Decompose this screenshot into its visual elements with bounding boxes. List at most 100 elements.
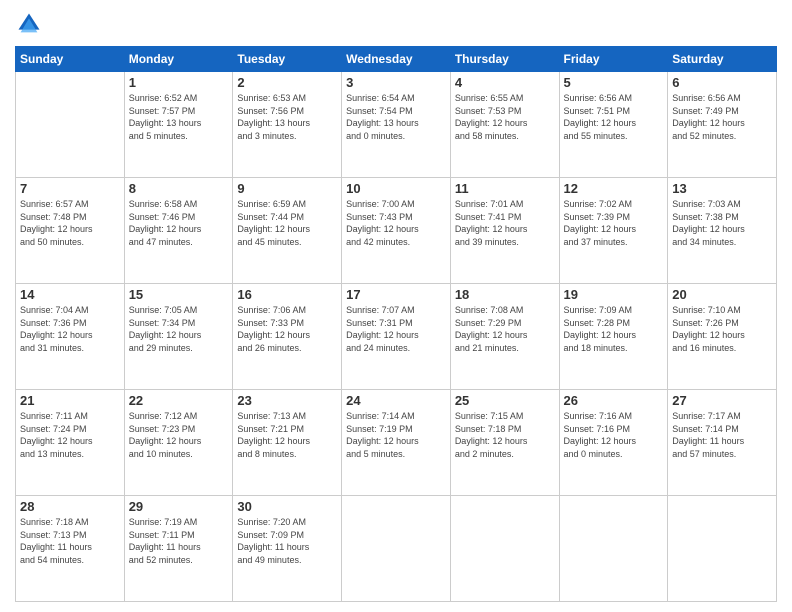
day-number: 18 <box>455 287 555 302</box>
day-number: 10 <box>346 181 446 196</box>
day-info: Sunrise: 6:59 AM Sunset: 7:44 PM Dayligh… <box>237 198 337 248</box>
day-info: Sunrise: 7:10 AM Sunset: 7:26 PM Dayligh… <box>672 304 772 354</box>
day-info: Sunrise: 6:55 AM Sunset: 7:53 PM Dayligh… <box>455 92 555 142</box>
calendar-cell: 29Sunrise: 7:19 AM Sunset: 7:11 PM Dayli… <box>124 496 233 602</box>
day-info: Sunrise: 7:16 AM Sunset: 7:16 PM Dayligh… <box>564 410 664 460</box>
day-info: Sunrise: 7:11 AM Sunset: 7:24 PM Dayligh… <box>20 410 120 460</box>
calendar-cell: 3 Sunrise: 6:54 AM Sunset: 7:54 PM Daylig… <box>342 72 451 178</box>
logo <box>15 10 47 38</box>
day-number: 28 <box>20 499 120 514</box>
day-number: 23 <box>237 393 337 408</box>
week-row-1: 7Sunrise: 6:57 AM Sunset: 7:48 PM Daylig… <box>16 178 777 284</box>
weekday-header-saturday: Saturday <box>668 47 777 72</box>
day-info: Sunrise: 7:17 AM Sunset: 7:14 PM Dayligh… <box>672 410 772 460</box>
calendar-cell <box>450 496 559 602</box>
week-row-4: 28 Sunrise: 7:18 AM Sunset: 7:13 PM Dayli… <box>16 496 777 602</box>
day-number: 11 <box>455 181 555 196</box>
weekday-header-monday: Monday <box>124 47 233 72</box>
calendar-cell: 4 Sunrise: 6:55 AM Sunset: 7:53 PM Daylig… <box>450 72 559 178</box>
calendar-cell <box>16 72 125 178</box>
weekday-header-thursday: Thursday <box>450 47 559 72</box>
day-number: 9 <box>237 181 337 196</box>
calendar-cell <box>559 496 668 602</box>
day-info: Sunrise: 7:18 AM Sunset: 7:13 PM Dayligh… <box>20 516 120 566</box>
calendar-cell: 1 Sunrise: 6:52 AM Sunset: 7:57 PM Daylig… <box>124 72 233 178</box>
calendar-cell: 5 Sunrise: 6:56 AM Sunset: 7:51 PM Daylig… <box>559 72 668 178</box>
calendar-cell: 25 Sunrise: 7:15 AM Sunset: 7:18 PM Dayli… <box>450 390 559 496</box>
calendar-cell: 26 Sunrise: 7:16 AM Sunset: 7:16 PM Dayli… <box>559 390 668 496</box>
day-number: 26 <box>564 393 664 408</box>
day-number: 21 <box>20 393 120 408</box>
day-info: Sunrise: 7:00 AM Sunset: 7:43 PM Dayligh… <box>346 198 446 248</box>
day-number: 16 <box>237 287 337 302</box>
header <box>15 10 777 38</box>
calendar-cell: 30Sunrise: 7:20 AM Sunset: 7:09 PM Dayli… <box>233 496 342 602</box>
logo-icon <box>15 10 43 38</box>
day-info: Sunrise: 7:06 AM Sunset: 7:33 PM Dayligh… <box>237 304 337 354</box>
day-info: Sunrise: 6:54 AM Sunset: 7:54 PM Dayligh… <box>346 92 446 142</box>
calendar-cell: 28 Sunrise: 7:18 AM Sunset: 7:13 PM Dayli… <box>16 496 125 602</box>
weekday-header-row: SundayMondayTuesdayWednesdayThursdayFrid… <box>16 47 777 72</box>
calendar-cell: 19 Sunrise: 7:09 AM Sunset: 7:28 PM Dayli… <box>559 284 668 390</box>
day-number: 3 <box>346 75 446 90</box>
day-number: 17 <box>346 287 446 302</box>
week-row-3: 21 Sunrise: 7:11 AM Sunset: 7:24 PM Dayli… <box>16 390 777 496</box>
day-number: 22 <box>129 393 229 408</box>
day-number: 1 <box>129 75 229 90</box>
calendar-cell: 2 Sunrise: 6:53 AM Sunset: 7:56 PM Daylig… <box>233 72 342 178</box>
calendar-cell <box>342 496 451 602</box>
day-info: Sunrise: 7:07 AM Sunset: 7:31 PM Dayligh… <box>346 304 446 354</box>
day-number: 15 <box>129 287 229 302</box>
day-number: 4 <box>455 75 555 90</box>
calendar-cell: 22 Sunrise: 7:12 AM Sunset: 7:23 PM Dayli… <box>124 390 233 496</box>
week-row-2: 14 Sunrise: 7:04 AM Sunset: 7:36 PM Dayli… <box>16 284 777 390</box>
day-info: Sunrise: 7:05 AM Sunset: 7:34 PM Dayligh… <box>129 304 229 354</box>
weekday-header-sunday: Sunday <box>16 47 125 72</box>
calendar-cell: 9 Sunrise: 6:59 AM Sunset: 7:44 PM Daylig… <box>233 178 342 284</box>
calendar-cell: 18 Sunrise: 7:08 AM Sunset: 7:29 PM Dayli… <box>450 284 559 390</box>
day-info: Sunrise: 6:56 AM Sunset: 7:51 PM Dayligh… <box>564 92 664 142</box>
day-number: 29 <box>129 499 229 514</box>
day-info: Sunrise: 6:56 AM Sunset: 7:49 PM Dayligh… <box>672 92 772 142</box>
day-number: 2 <box>237 75 337 90</box>
day-number: 20 <box>672 287 772 302</box>
calendar-cell: 12Sunrise: 7:02 AM Sunset: 7:39 PM Dayli… <box>559 178 668 284</box>
day-info: Sunrise: 7:03 AM Sunset: 7:38 PM Dayligh… <box>672 198 772 248</box>
calendar-cell: 14 Sunrise: 7:04 AM Sunset: 7:36 PM Dayli… <box>16 284 125 390</box>
calendar-cell: 7Sunrise: 6:57 AM Sunset: 7:48 PM Daylig… <box>16 178 125 284</box>
calendar-cell: 27 Sunrise: 7:17 AM Sunset: 7:14 PM Dayli… <box>668 390 777 496</box>
day-info: Sunrise: 7:09 AM Sunset: 7:28 PM Dayligh… <box>564 304 664 354</box>
calendar-cell: 21 Sunrise: 7:11 AM Sunset: 7:24 PM Dayli… <box>16 390 125 496</box>
calendar-cell: 17 Sunrise: 7:07 AM Sunset: 7:31 PM Dayli… <box>342 284 451 390</box>
day-info: Sunrise: 7:08 AM Sunset: 7:29 PM Dayligh… <box>455 304 555 354</box>
calendar-cell: 11Sunrise: 7:01 AM Sunset: 7:41 PM Dayli… <box>450 178 559 284</box>
calendar-cell: 8Sunrise: 6:58 AM Sunset: 7:46 PM Daylig… <box>124 178 233 284</box>
day-info: Sunrise: 7:20 AM Sunset: 7:09 PM Dayligh… <box>237 516 337 566</box>
day-number: 5 <box>564 75 664 90</box>
calendar-cell: 16 Sunrise: 7:06 AM Sunset: 7:33 PM Dayli… <box>233 284 342 390</box>
day-info: Sunrise: 6:53 AM Sunset: 7:56 PM Dayligh… <box>237 92 337 142</box>
week-row-0: 1 Sunrise: 6:52 AM Sunset: 7:57 PM Daylig… <box>16 72 777 178</box>
calendar-cell: 13 Sunrise: 7:03 AM Sunset: 7:38 PM Dayli… <box>668 178 777 284</box>
day-number: 25 <box>455 393 555 408</box>
calendar-cell: 24Sunrise: 7:14 AM Sunset: 7:19 PM Dayli… <box>342 390 451 496</box>
day-info: Sunrise: 7:04 AM Sunset: 7:36 PM Dayligh… <box>20 304 120 354</box>
day-number: 7 <box>20 181 120 196</box>
day-number: 6 <box>672 75 772 90</box>
calendar-cell: 6 Sunrise: 6:56 AM Sunset: 7:49 PM Daylig… <box>668 72 777 178</box>
calendar-table: SundayMondayTuesdayWednesdayThursdayFrid… <box>15 46 777 602</box>
day-info: Sunrise: 7:15 AM Sunset: 7:18 PM Dayligh… <box>455 410 555 460</box>
weekday-header-friday: Friday <box>559 47 668 72</box>
day-number: 14 <box>20 287 120 302</box>
day-info: Sunrise: 6:52 AM Sunset: 7:57 PM Dayligh… <box>129 92 229 142</box>
day-number: 13 <box>672 181 772 196</box>
day-number: 24 <box>346 393 446 408</box>
calendar-cell: 20 Sunrise: 7:10 AM Sunset: 7:26 PM Dayli… <box>668 284 777 390</box>
day-info: Sunrise: 7:12 AM Sunset: 7:23 PM Dayligh… <box>129 410 229 460</box>
calendar-cell: 10 Sunrise: 7:00 AM Sunset: 7:43 PM Dayli… <box>342 178 451 284</box>
calendar-cell: 23 Sunrise: 7:13 AM Sunset: 7:21 PM Dayli… <box>233 390 342 496</box>
calendar-cell <box>668 496 777 602</box>
day-number: 27 <box>672 393 772 408</box>
day-number: 19 <box>564 287 664 302</box>
day-info: Sunrise: 7:13 AM Sunset: 7:21 PM Dayligh… <box>237 410 337 460</box>
